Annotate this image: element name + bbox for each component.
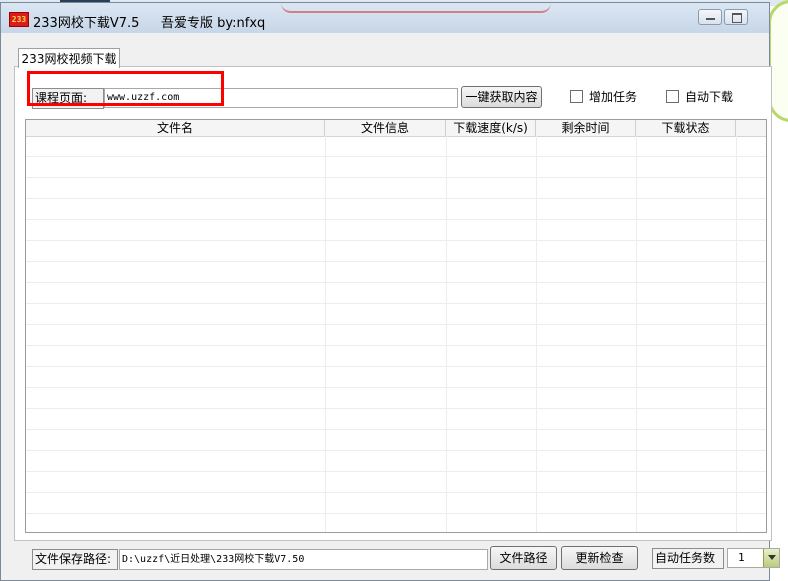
fetch-content-button[interactable]: 一键获取内容 xyxy=(461,86,542,108)
column-header-fileinfo[interactable]: 文件信息 xyxy=(325,120,446,136)
course-page-label: 课程页面: xyxy=(32,88,104,109)
save-path-input[interactable]: D:\uzzf\近日处理\233网校下载V7.50 xyxy=(119,549,488,570)
title-bar[interactable]: 233 233网校下载V7.5 吾爱专版 by:nfxq xyxy=(1,3,769,33)
chevron-down-icon[interactable] xyxy=(763,549,779,567)
list-item[interactable] xyxy=(26,136,766,157)
tab-video-download[interactable]: 233网校视频下载 xyxy=(18,48,120,68)
minimize-button[interactable] xyxy=(698,9,722,25)
maximize-button[interactable] xyxy=(724,9,748,25)
list-header: 文件名 文件信息 下载速度(k/s) 剩余时间 下载状态 xyxy=(26,120,766,137)
column-header-filename[interactable]: 文件名 xyxy=(26,120,325,136)
auto-download-label: 自动下载 xyxy=(685,90,734,104)
list-item[interactable] xyxy=(26,304,766,325)
add-task-checkbox[interactable]: 增加任务 xyxy=(570,89,637,105)
checkbox-box-icon xyxy=(666,90,679,103)
list-item[interactable] xyxy=(26,409,766,430)
column-header-status[interactable]: 下载状态 xyxy=(636,120,736,136)
list-item[interactable] xyxy=(26,157,766,178)
check-update-button[interactable]: 更新检查 xyxy=(561,546,638,570)
list-item[interactable] xyxy=(26,241,766,262)
list-item[interactable] xyxy=(26,262,766,283)
list-item[interactable] xyxy=(26,430,766,451)
save-path-label: 文件保存路径: xyxy=(32,549,118,570)
auto-tasks-label: 自动任务数 xyxy=(652,548,724,569)
download-list[interactable]: 文件名 文件信息 下载速度(k/s) 剩余时间 下载状态 xyxy=(25,119,767,533)
list-item[interactable] xyxy=(26,199,766,220)
column-header-remaining[interactable]: 剩余时间 xyxy=(536,120,636,136)
list-item[interactable] xyxy=(26,472,766,493)
maximize-icon xyxy=(732,13,742,23)
app-logo-icon: 233 xyxy=(9,12,29,27)
auto-download-checkbox[interactable]: 自动下载 xyxy=(666,89,733,105)
course-url-input[interactable]: www.uzzf.com xyxy=(104,88,458,108)
list-item[interactable] xyxy=(26,178,766,199)
list-item[interactable] xyxy=(26,367,766,388)
list-item[interactable] xyxy=(26,388,766,409)
list-item[interactable] xyxy=(26,451,766,472)
browse-path-button[interactable]: 文件路径 xyxy=(490,546,557,570)
background-scribble xyxy=(281,3,551,13)
add-task-label: 增加任务 xyxy=(589,90,638,104)
list-item[interactable] xyxy=(26,514,766,532)
window-subtitle: 吾爱专版 by:nfxq xyxy=(161,16,266,31)
list-item[interactable] xyxy=(26,220,766,241)
checkbox-box-icon xyxy=(570,90,583,103)
column-header-speed[interactable]: 下载速度(k/s) xyxy=(446,120,536,136)
window-title: 233网校下载V7.5 xyxy=(33,16,140,31)
minimize-icon xyxy=(706,18,715,20)
list-item[interactable] xyxy=(26,283,766,304)
list-item[interactable] xyxy=(26,325,766,346)
list-item[interactable] xyxy=(26,346,766,367)
auto-tasks-value: 1 xyxy=(738,551,745,564)
auto-tasks-select[interactable]: 1 xyxy=(727,548,780,568)
list-item[interactable] xyxy=(26,493,766,514)
